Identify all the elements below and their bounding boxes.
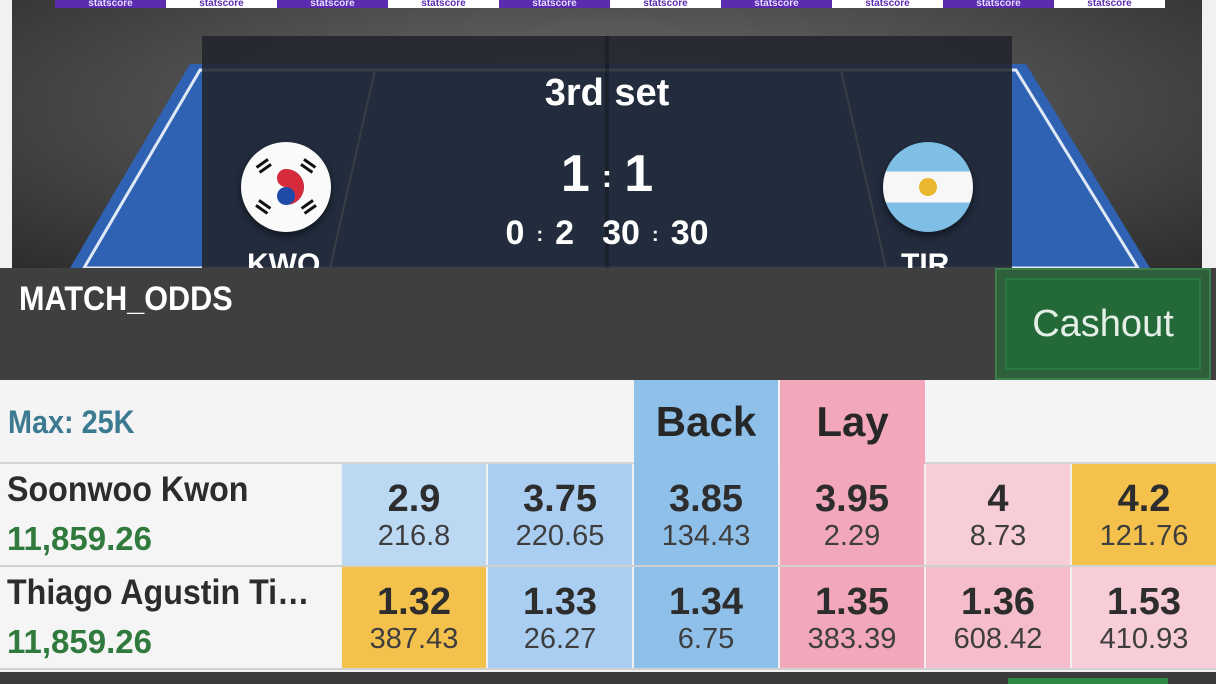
odds-size: 134.43 (661, 520, 751, 552)
odds-size: 26.27 (523, 623, 597, 655)
odds-size: 387.43 (369, 623, 459, 655)
lay-odds-cell[interactable]: 1.53 410.93 (1072, 567, 1216, 668)
ad-logo: statscore (943, 0, 1054, 8)
back-odds-cell[interactable]: 3.75 220.65 (488, 464, 632, 565)
back-odds-cell[interactable]: 1.33 26.27 (488, 567, 632, 668)
back-odds-cell-best[interactable]: 1.34 6.75 (634, 567, 778, 668)
odds-size: 121.76 (1099, 520, 1189, 552)
odds-price: 2.9 (387, 478, 441, 520)
odds-price: 1.36 (961, 581, 1035, 623)
home-team-abbr: KWO (247, 248, 321, 268)
next-cashout-button-edge[interactable] (1008, 678, 1168, 684)
ad-logo: statscore (166, 0, 277, 8)
odds-price: 3.95 (815, 478, 889, 520)
lay-odds-cell-best[interactable]: 3.95 2.29 (780, 464, 924, 565)
ad-logo: statscore (55, 0, 166, 8)
runner-profit: 11,859.26 (7, 520, 152, 557)
score-panel: 3rd set 1:1 0:2 30:30 (202, 36, 1012, 268)
odds-size: 6.75 (677, 623, 735, 655)
ad-logo: statscore (277, 0, 388, 8)
score-separator: : (651, 223, 659, 246)
ad-logo: statscore (1054, 0, 1165, 8)
odds-price: 1.33 (523, 581, 597, 623)
sun-of-may-icon (919, 178, 937, 196)
home-sets: 1 (560, 145, 590, 203)
argentina-flag-icon (883, 142, 973, 232)
odds-size: 410.93 (1099, 623, 1189, 655)
away-games: 2 (555, 214, 575, 252)
lay-odds-cell-best[interactable]: 1.35 383.39 (780, 567, 924, 668)
away-sets: 1 (624, 145, 654, 203)
odds-size: 383.39 (807, 623, 897, 655)
lay-column-header: Lay (780, 380, 925, 464)
cashout-label: Cashout (1005, 278, 1201, 370)
game-and-point-score: 0:2 30:30 (202, 214, 1012, 253)
runner-row: Soonwoo Kwon 11,859.26 2.9 216.8 3.75 22… (0, 464, 1216, 567)
right-edge (1202, 0, 1216, 268)
max-stake-label: Max: 25K (8, 404, 135, 440)
market-header: MATCH_ODDS Cashout (0, 268, 1216, 380)
odds-price: 3.75 (523, 478, 597, 520)
back-odds-cell-highlighted[interactable]: 1.32 387.43 (342, 567, 486, 668)
odds-header-row: Max: 25K Back Lay (0, 380, 1216, 464)
odds-size: 220.65 (515, 520, 605, 552)
runner-row: Thiago Agustin Tir… 11,859.26 1.32 387.4… (0, 567, 1216, 670)
odds-size: 8.73 (969, 520, 1027, 552)
odds-size: 2.29 (823, 520, 881, 552)
odds-table: Max: 25K Back Lay Soonwoo Kwon 11,859.26… (0, 380, 1216, 684)
lay-odds-cell-highlighted[interactable]: 4.2 121.76 (1072, 464, 1216, 565)
away-team-abbr: TIR (901, 248, 950, 268)
ad-logo: statscore (832, 0, 943, 8)
odds-price: 4 (987, 478, 1009, 520)
market-title: MATCH_ODDS (19, 280, 233, 318)
lay-odds-cell[interactable]: 1.36 608.42 (926, 567, 1070, 668)
score-separator: : (601, 159, 613, 195)
current-set-label: 3rd set (544, 72, 670, 114)
odds-price: 4.2 (1117, 478, 1171, 520)
odds-price: 1.34 (669, 581, 743, 623)
runner-name: Thiago Agustin Tir… (7, 573, 311, 612)
odds-price: 1.32 (377, 581, 451, 623)
home-games: 0 (505, 214, 525, 252)
runner-name: Soonwoo Kwon (7, 470, 249, 509)
left-edge (0, 0, 12, 268)
cashout-button[interactable]: Cashout (995, 268, 1211, 380)
back-column-header: Back (634, 380, 778, 464)
back-odds-cell[interactable]: 2.9 216.8 (342, 464, 486, 565)
runner-info: Thiago Agustin Tir… 11,859.26 (0, 567, 340, 668)
scoreboard: statscore statscore statscore statscore … (0, 0, 1216, 268)
odds-size: 216.8 (377, 520, 451, 552)
runner-info: Soonwoo Kwon 11,859.26 (0, 464, 340, 565)
odds-price: 3.85 (669, 478, 743, 520)
ad-logo: statscore (721, 0, 832, 8)
ad-logo: statscore (388, 0, 499, 8)
lay-odds-cell[interactable]: 4 8.73 (926, 464, 1070, 565)
ad-logo: statscore (499, 0, 610, 8)
runner-profit: 11,859.26 (7, 623, 152, 660)
next-market-strip (0, 672, 1216, 684)
odds-size: 608.42 (953, 623, 1043, 655)
advertising-banner: statscore statscore statscore statscore … (55, 0, 1165, 8)
odds-price: 1.53 (1107, 581, 1181, 623)
home-points: 30 (602, 214, 640, 252)
away-points: 30 (670, 214, 709, 252)
south-korea-flag-icon (241, 142, 331, 232)
odds-price: 1.35 (815, 581, 889, 623)
back-odds-cell-best[interactable]: 3.85 134.43 (634, 464, 778, 565)
ad-logo: statscore (610, 0, 721, 8)
score-separator: : (536, 223, 544, 246)
